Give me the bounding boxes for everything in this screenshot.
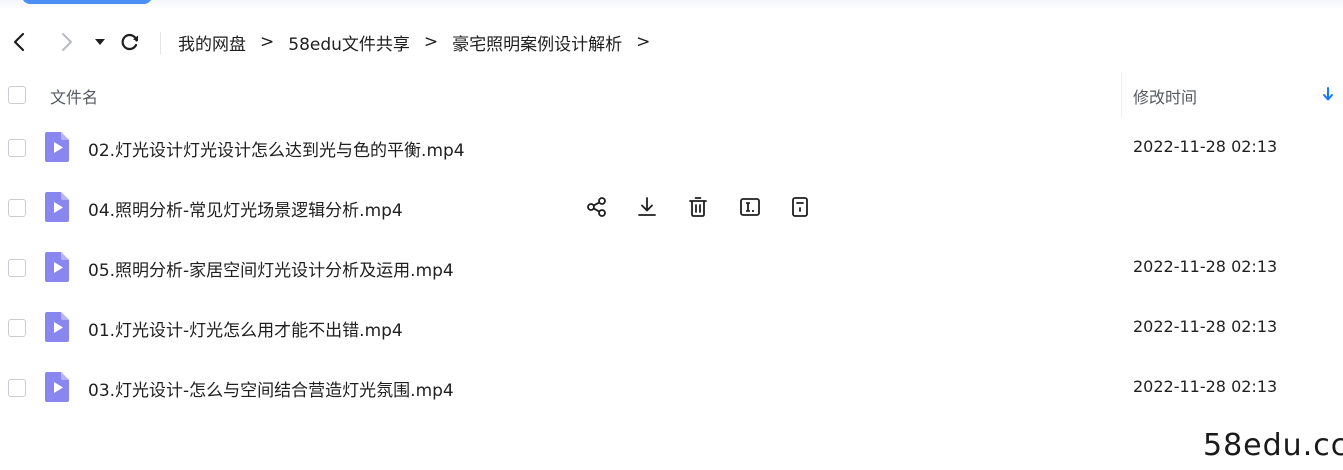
delete-icon	[689, 197, 707, 217]
table-row[interactable]: 04.照明分析-常见灯光场景逻辑分析.mp4	[0, 178, 1343, 238]
breadcrumb-separator: >	[423, 32, 439, 52]
refresh-icon	[121, 33, 138, 51]
video-file-icon	[45, 192, 69, 222]
nav-divider	[160, 32, 161, 54]
file-name[interactable]: 02.灯光设计灯光设计怎么达到光与色的平衡.mp4	[88, 136, 465, 161]
forward-button[interactable]	[56, 24, 78, 60]
upload-button[interactable]	[22, 0, 152, 4]
breadcrumb-item-current-folder[interactable]: 豪宅照明案例设计解析	[452, 30, 622, 55]
select-all-checkbox[interactable]	[8, 86, 26, 104]
file-modified-time: 2022-11-28 02:13	[1133, 137, 1278, 156]
share-icon	[587, 197, 606, 217]
breadcrumb-item-my-drive[interactable]: 我的网盘	[178, 30, 246, 55]
more-button[interactable]	[787, 194, 813, 220]
table-header: 文件名 修改时间	[0, 72, 1343, 118]
file-modified-time: 2022-11-28 02:13	[1133, 257, 1278, 276]
sort-button[interactable]	[1322, 86, 1334, 106]
download-button[interactable]	[634, 194, 660, 220]
back-button[interactable]	[8, 24, 30, 60]
column-divider[interactable]	[1121, 72, 1122, 118]
table-row[interactable]: 05.照明分析-家居空间灯光设计分析及运用.mp4 2022-11-28 02:…	[0, 238, 1343, 298]
file-name[interactable]: 03.灯光设计-怎么与空间结合营造灯光氛围.mp4	[88, 376, 454, 401]
file-modified-time: 2022-11-28 02:13	[1133, 317, 1278, 336]
watermark: 58edu.cc	[1203, 428, 1343, 463]
row-checkbox[interactable]	[8, 259, 26, 277]
row-checkbox[interactable]	[8, 199, 26, 217]
top-strip	[0, 0, 1343, 10]
rename-icon	[740, 198, 760, 216]
rename-button[interactable]	[737, 194, 763, 220]
video-file-icon	[45, 312, 69, 342]
share-button[interactable]	[584, 194, 610, 220]
file-name[interactable]: 01.灯光设计-灯光怎么用才能不出错.mp4	[88, 316, 403, 341]
chevron-right-icon	[62, 33, 72, 51]
column-header-modified[interactable]: 修改时间	[1133, 84, 1197, 108]
breadcrumb-item-shared[interactable]: 58edu文件共享	[288, 30, 410, 55]
download-icon	[638, 197, 656, 216]
table-row[interactable]: 01.灯光设计-灯光怎么用才能不出错.mp4 2022-11-28 02:13	[0, 298, 1343, 358]
row-checkbox[interactable]	[8, 379, 26, 397]
breadcrumb: 我的网盘 > 58edu文件共享 > 豪宅照明案例设计解析 >	[178, 24, 664, 60]
file-name[interactable]: 04.照明分析-常见灯光场景逻辑分析.mp4	[88, 196, 403, 221]
arrow-down-icon	[1323, 87, 1333, 101]
video-file-icon	[45, 372, 69, 402]
caret-down-icon	[95, 39, 105, 45]
refresh-button[interactable]	[118, 24, 142, 60]
column-header-name[interactable]: 文件名	[50, 84, 98, 108]
row-checkbox[interactable]	[8, 319, 26, 337]
history-dropdown[interactable]	[92, 24, 108, 60]
file-modified-time: 2022-11-28 02:13	[1133, 377, 1278, 396]
table-row[interactable]: 02.灯光设计灯光设计怎么达到光与色的平衡.mp4 2022-11-28 02:…	[0, 118, 1343, 178]
more-icon	[792, 197, 808, 217]
breadcrumb-separator: >	[636, 32, 651, 52]
breadcrumb-separator: >	[260, 32, 275, 52]
delete-button[interactable]	[685, 194, 711, 220]
video-file-icon	[45, 252, 69, 282]
navigation-bar: 我的网盘 > 58edu文件共享 > 豪宅照明案例设计解析 >	[0, 24, 1343, 60]
video-file-icon	[45, 132, 69, 162]
chevron-left-icon	[13, 32, 25, 52]
file-name[interactable]: 05.照明分析-家居空间灯光设计分析及运用.mp4	[88, 256, 454, 281]
table-row[interactable]: 03.灯光设计-怎么与空间结合营造灯光氛围.mp4 2022-11-28 02:…	[0, 358, 1343, 418]
row-checkbox[interactable]	[8, 139, 26, 157]
